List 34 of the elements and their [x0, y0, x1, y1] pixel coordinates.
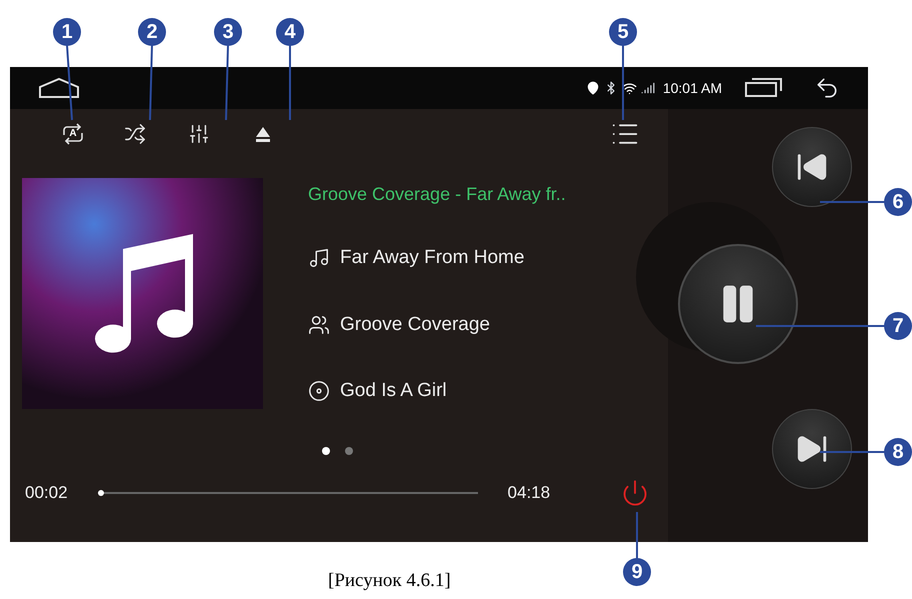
- recent-apps-icon[interactable]: [744, 77, 784, 99]
- figure-caption: [Рисунок 4.6.1]: [328, 570, 451, 591]
- power-icon[interactable]: [621, 479, 650, 507]
- equalizer-icon[interactable]: [188, 123, 210, 145]
- callout-number: 8: [884, 438, 912, 466]
- callout-number: 9: [623, 558, 651, 586]
- track-info: God Is A Girl: [340, 379, 447, 403]
- leader-line: [820, 451, 885, 453]
- callout-number: 6: [884, 188, 912, 216]
- track-info: Groove Coverage: [340, 312, 490, 336]
- disc-icon: [308, 380, 330, 402]
- elapsed-time: 00:02: [25, 482, 68, 504]
- leader-line: [820, 201, 885, 203]
- wifi-icon: [622, 80, 637, 96]
- eject-icon[interactable]: [254, 125, 272, 143]
- callout-number: 4: [276, 18, 304, 46]
- total-time: 04:18: [508, 482, 550, 504]
- shuffle-icon[interactable]: [124, 123, 146, 145]
- callout-number: 3: [214, 18, 242, 46]
- track-title: Groove Coverage - Far Away fr..: [308, 183, 566, 206]
- location-icon: [586, 81, 600, 95]
- callout-number: 2: [138, 18, 166, 46]
- home-icon[interactable]: [38, 77, 80, 99]
- progress-fill[interactable]: [98, 490, 102, 496]
- people-icon: [308, 314, 330, 336]
- leader-line: [636, 512, 638, 559]
- callout-number: 7: [884, 312, 912, 340]
- music-note-icon: [308, 247, 330, 270]
- track-info: Far Away From Home: [340, 246, 524, 270]
- signal-icon: [640, 81, 655, 95]
- callout-number: 5: [609, 18, 637, 46]
- callout-number: 1: [53, 18, 81, 46]
- repeat-button[interactable]: A: [60, 122, 86, 146]
- status-time: 10:01 AM: [662, 78, 722, 98]
